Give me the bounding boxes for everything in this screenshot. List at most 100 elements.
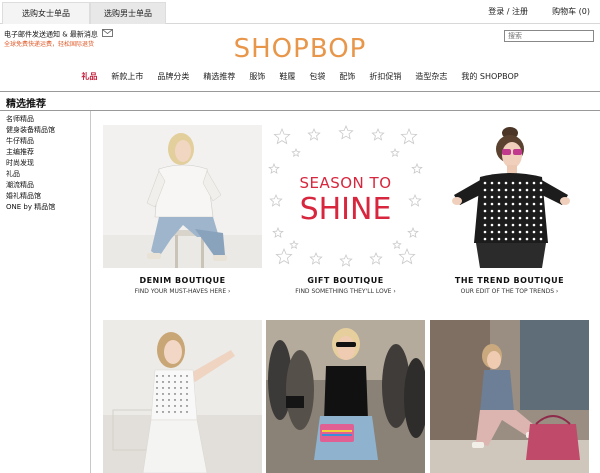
denim-boutique-image[interactable] bbox=[103, 125, 262, 268]
tab-shop-men[interactable]: 选购男士单品 bbox=[90, 2, 166, 24]
tile-subtitle[interactable]: OUR EDIT OF THE TOP TRENDS › bbox=[430, 288, 589, 295]
dress-dot bbox=[180, 381, 182, 383]
polka-dot bbox=[490, 230, 494, 234]
polka-dot bbox=[497, 237, 501, 241]
polka-dot bbox=[497, 223, 501, 227]
nav-item[interactable]: 折扣促销 bbox=[369, 71, 401, 82]
polka-dot bbox=[483, 216, 487, 220]
dress-dot bbox=[186, 381, 188, 383]
polka-dot bbox=[511, 230, 515, 234]
dress-dot bbox=[180, 405, 182, 407]
polka-dot bbox=[490, 216, 494, 220]
dress-dot bbox=[162, 381, 164, 383]
polka-dot bbox=[525, 181, 529, 185]
polka-dot bbox=[497, 202, 501, 206]
white-dress-feature-image[interactable] bbox=[103, 320, 262, 473]
dress-dot bbox=[186, 393, 188, 395]
polka-dot bbox=[504, 223, 508, 227]
tab-shop-women[interactable]: 选购女士单品 bbox=[2, 2, 90, 24]
nav-item[interactable]: 我的 SHOPBOP bbox=[461, 71, 518, 82]
sidebar-item[interactable]: 牛仔精品 bbox=[6, 136, 86, 147]
dress-dot bbox=[162, 405, 164, 407]
dress-dot bbox=[156, 411, 158, 413]
polka-dot bbox=[525, 195, 529, 199]
polka-dot bbox=[504, 209, 508, 213]
polka-dot bbox=[518, 188, 522, 192]
polka-dot bbox=[532, 216, 536, 220]
tile-subtitle[interactable]: FIND YOUR MUST-HAVES HERE › bbox=[103, 288, 262, 295]
nav-item[interactable]: 礼品 bbox=[81, 71, 97, 82]
dress-dot bbox=[168, 399, 170, 401]
gift-boutique-caption[interactable]: GIFT BOUTIQUE FIND SOMETHING THEY'LL LOV… bbox=[266, 276, 425, 295]
polka-dot bbox=[518, 195, 522, 199]
nav-item[interactable]: 造型杂志 bbox=[415, 71, 447, 82]
tile-title[interactable]: THE TREND BOUTIQUE bbox=[430, 276, 589, 285]
nav-item[interactable]: 新款上市 bbox=[111, 71, 143, 82]
dress-dot bbox=[162, 387, 164, 389]
polka-dot bbox=[525, 209, 529, 213]
dress-dot bbox=[174, 375, 176, 377]
polka-dot bbox=[490, 188, 494, 192]
polka-dot bbox=[511, 188, 515, 192]
promo-line-2: SHINE bbox=[300, 192, 392, 227]
polka-dot bbox=[490, 195, 494, 199]
dress-dot bbox=[168, 375, 170, 377]
dress-dot bbox=[186, 375, 188, 377]
dress-dot bbox=[174, 411, 176, 413]
nav-item[interactable]: 服饰 bbox=[249, 71, 265, 82]
polka-dot bbox=[504, 202, 508, 206]
tile-title[interactable]: DENIM BOUTIQUE bbox=[103, 276, 262, 285]
polka-dot bbox=[518, 202, 522, 206]
denim-boutique-caption[interactable]: DENIM BOUTIQUE FIND YOUR MUST-HAVES HERE… bbox=[103, 276, 262, 295]
sidebar-item[interactable]: 健身装备精品馆 bbox=[6, 125, 86, 136]
trend-boutique-caption[interactable]: THE TREND BOUTIQUE OUR EDIT OF THE TOP T… bbox=[430, 276, 589, 295]
polka-dot bbox=[483, 188, 487, 192]
polka-dot bbox=[532, 237, 536, 241]
polka-dot bbox=[539, 223, 543, 227]
nav-item[interactable]: 精选推荐 bbox=[203, 71, 235, 82]
sidebar-item[interactable]: 主编推荐 bbox=[6, 147, 86, 158]
sidebar-item[interactable]: 名师精品 bbox=[6, 114, 86, 125]
search-input[interactable] bbox=[504, 30, 594, 42]
polka-dot bbox=[518, 216, 522, 220]
sidebar-item[interactable]: 时尚发现 bbox=[6, 158, 86, 169]
polka-dot bbox=[483, 209, 487, 213]
nav-item[interactable]: 品牌分类 bbox=[157, 71, 189, 82]
sporty-feature-image[interactable] bbox=[430, 320, 589, 473]
polka-dot bbox=[511, 237, 515, 241]
nav-item[interactable]: 配饰 bbox=[339, 71, 355, 82]
polka-dot bbox=[511, 223, 515, 227]
polka-dot bbox=[525, 230, 529, 234]
tile-subtitle[interactable]: FIND SOMETHING THEY'LL LOVE › bbox=[266, 288, 425, 295]
polka-dot bbox=[539, 237, 543, 241]
dress-dot bbox=[168, 411, 170, 413]
polka-dot bbox=[518, 209, 522, 213]
polka-dot bbox=[483, 223, 487, 227]
sidebar-item[interactable]: 礼品 bbox=[6, 169, 86, 180]
dress-dot bbox=[156, 393, 158, 395]
polka-dot bbox=[511, 181, 515, 185]
trend-boutique-image[interactable] bbox=[430, 125, 589, 268]
dress-dot bbox=[168, 393, 170, 395]
login-register-link[interactable]: 登录 / 注册 bbox=[488, 6, 528, 17]
dress-dot bbox=[180, 387, 182, 389]
polka-dot bbox=[525, 216, 529, 220]
sidebar-item[interactable]: 婚礼精品馆 bbox=[6, 191, 86, 202]
street-style-feature-image[interactable] bbox=[266, 320, 425, 473]
polka-dot bbox=[532, 209, 536, 213]
polka-dot bbox=[490, 237, 494, 241]
polka-dot bbox=[525, 202, 529, 206]
cart-link[interactable]: 购物车 (0) bbox=[552, 6, 590, 17]
dress-dot bbox=[186, 387, 188, 389]
sidebar-item[interactable]: ONE by 精品馆 bbox=[6, 202, 86, 213]
dress-dot bbox=[156, 399, 158, 401]
nav-item[interactable]: 包袋 bbox=[309, 71, 325, 82]
nav-item[interactable]: 鞋履 bbox=[279, 71, 295, 82]
dress-dot bbox=[168, 387, 170, 389]
polka-dot bbox=[539, 188, 543, 192]
sidebar-item[interactable]: 潮流精品 bbox=[6, 180, 86, 191]
dress-dot bbox=[180, 393, 182, 395]
gift-boutique-image[interactable]: SEASON TO SHINE bbox=[266, 125, 425, 268]
page-title: 精选推荐 bbox=[6, 99, 46, 110]
tile-title[interactable]: GIFT BOUTIQUE bbox=[266, 276, 425, 285]
